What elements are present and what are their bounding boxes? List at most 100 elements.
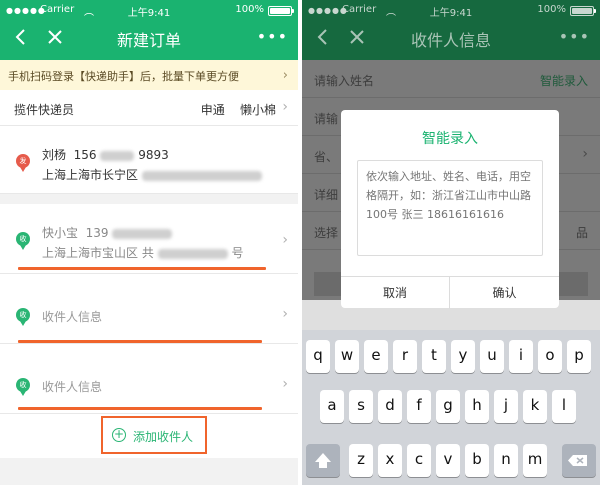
chevron-right-icon: › (282, 68, 288, 83)
courier-row[interactable]: 揽件快递员 申通 懒小棉 › (0, 90, 298, 126)
sender-phone-end: 9893 (138, 148, 169, 162)
key-p[interactable]: p (567, 340, 591, 373)
key-x[interactable]: x (378, 444, 402, 477)
banner-text: 手机扫码登录【快递助手】后，批量下单更方便 (8, 70, 239, 83)
region-select[interactable]: 省、 (314, 148, 338, 165)
receiver-info-screen: ●●●●● Carrier ︵ 上午9:41 100% 收件人信息 ••• 请输… (302, 0, 600, 485)
receiver-placeholder: 收件人信息 (42, 380, 103, 394)
key-a[interactable]: a (320, 390, 344, 423)
add-receiver-button[interactable]: + 添加收件人 (101, 416, 207, 454)
key-c[interactable]: c (407, 444, 431, 477)
key-s[interactable]: s (349, 390, 373, 423)
courier-name: 懒小棉 (239, 103, 276, 117)
add-receiver-row: + 添加收件人 (0, 414, 298, 458)
redacted-phone (100, 150, 135, 161)
sender-card[interactable]: 发 刘杨 156 9893 上海上海市长宁区 (0, 126, 298, 194)
battery-label: 100% (235, 4, 264, 15)
key-k[interactable]: k (523, 390, 547, 423)
dialog-actions: 取消 确认 (341, 276, 559, 309)
key-l[interactable]: l (552, 390, 576, 423)
shift-key[interactable] (306, 444, 340, 477)
key-h[interactable]: h (465, 390, 489, 423)
redacted-phone (112, 228, 173, 239)
receiver-badge-icon: 收 (16, 378, 30, 396)
chevron-right-icon: › (282, 99, 288, 115)
sender-address: 上海上海市长宁区 (42, 166, 262, 183)
key-g[interactable]: g (436, 390, 460, 423)
add-receiver-label: 添加收件人 (133, 430, 194, 444)
key-n[interactable]: n (494, 444, 518, 477)
item-value: 品 (575, 226, 588, 240)
plus-circle-icon: + (112, 427, 126, 442)
key-b[interactable]: b (465, 444, 489, 477)
detail-input[interactable]: 详细 (314, 186, 338, 203)
courier-company: 申通 (200, 103, 225, 117)
scan-login-banner[interactable]: 手机扫码登录【快递助手】后，批量下单更方便 › (0, 60, 298, 90)
nav-bar: ●●●●● Carrier ︵ 上午9:41 100% 新建订单 ••• (0, 0, 298, 60)
dialog-title: 智能录入 (422, 131, 478, 147)
bottom-gap (0, 458, 298, 485)
chevron-right-icon: › (282, 232, 288, 248)
name-input[interactable]: 请输入姓名 (314, 72, 374, 89)
chevron-right-icon: › (282, 306, 288, 322)
key-t[interactable]: t (422, 340, 446, 373)
battery-icon (570, 6, 596, 16)
chevron-right-icon: › (282, 376, 288, 392)
sender-phone-start: 156 (73, 148, 97, 162)
shift-icon (315, 453, 331, 468)
item-select[interactable]: 选择 (314, 224, 338, 241)
keyboard: q w e r t y u i o p a s d f g h j k l z … (302, 330, 600, 485)
receiver-card-3[interactable]: 收 收件人信息 › (0, 344, 298, 414)
smart-entry-dialog: 智能录入 取消 确认 (341, 110, 559, 309)
key-m[interactable]: m (523, 444, 547, 477)
receiver-placeholder: 收件人信息 (42, 310, 103, 324)
sender-badge-icon: 发 (16, 154, 30, 172)
redacted-address (141, 170, 262, 181)
key-u[interactable]: u (480, 340, 504, 373)
receiver-badge-icon: 收 (16, 308, 30, 326)
battery-label: 100% (537, 4, 566, 15)
receiver-name: 快小宝 (42, 226, 79, 240)
cancel-button[interactable]: 取消 (341, 277, 450, 309)
receiver-phone-start: 139 (85, 226, 109, 240)
key-j[interactable]: j (494, 390, 518, 423)
more-icon[interactable]: ••• (559, 27, 590, 46)
key-q[interactable]: q (306, 340, 330, 373)
key-e[interactable]: e (364, 340, 388, 373)
key-v[interactable]: v (436, 444, 460, 477)
key-z[interactable]: z (349, 444, 373, 477)
smart-entry-link[interactable]: 智能录入 (540, 72, 588, 89)
name-row: 请输入姓名 智能录入 (302, 60, 600, 98)
chevron-right-icon: › (582, 146, 588, 162)
page-title: 新建订单 (116, 31, 181, 50)
receiver-address-end: 号 (231, 246, 244, 260)
key-i[interactable]: i (509, 340, 533, 373)
receiver-badge-icon: 收 (16, 232, 30, 250)
receiver-address: 上海上海市宝山区 共 号 (42, 244, 244, 261)
battery-icon (268, 6, 294, 16)
backspace-icon (568, 455, 587, 466)
key-d[interactable]: d (378, 390, 402, 423)
page-title: 收件人信息 (410, 31, 491, 50)
receiver-card-2[interactable]: 收 收件人信息 › (0, 274, 298, 344)
screenshot-stage: ●●●●● Carrier ︵ 上午9:41 100% 新建订单 ••• 手机扫… (0, 0, 600, 485)
smart-entry-textarea[interactable] (357, 160, 543, 256)
status-bar: ●●●●● Carrier ︵ 上午9:41 100% (0, 0, 298, 22)
key-f[interactable]: f (407, 390, 431, 423)
new-order-screen: ●●●●● Carrier ︵ 上午9:41 100% 新建订单 ••• 手机扫… (0, 0, 298, 485)
key-y[interactable]: y (451, 340, 475, 373)
sender-address-text: 上海上海市长宁区 (42, 168, 139, 182)
key-w[interactable]: w (335, 340, 359, 373)
confirm-button[interactable]: 确认 (450, 277, 559, 309)
key-r[interactable]: r (393, 340, 417, 373)
phone-input[interactable]: 请输 (314, 110, 338, 127)
receiver-address-mid: 共 (141, 246, 154, 260)
more-icon[interactable]: ••• (257, 27, 288, 46)
redacted-address (157, 248, 228, 259)
receiver-address-start: 上海上海市宝山区 (42, 246, 139, 260)
courier-value: 申通 懒小棉 (201, 101, 276, 118)
highlight-underline (18, 267, 266, 270)
delete-key[interactable] (562, 444, 596, 477)
key-o[interactable]: o (538, 340, 562, 373)
receiver-card-1[interactable]: 收 快小宝 139 上海上海市宝山区 共 号 › (0, 204, 298, 274)
